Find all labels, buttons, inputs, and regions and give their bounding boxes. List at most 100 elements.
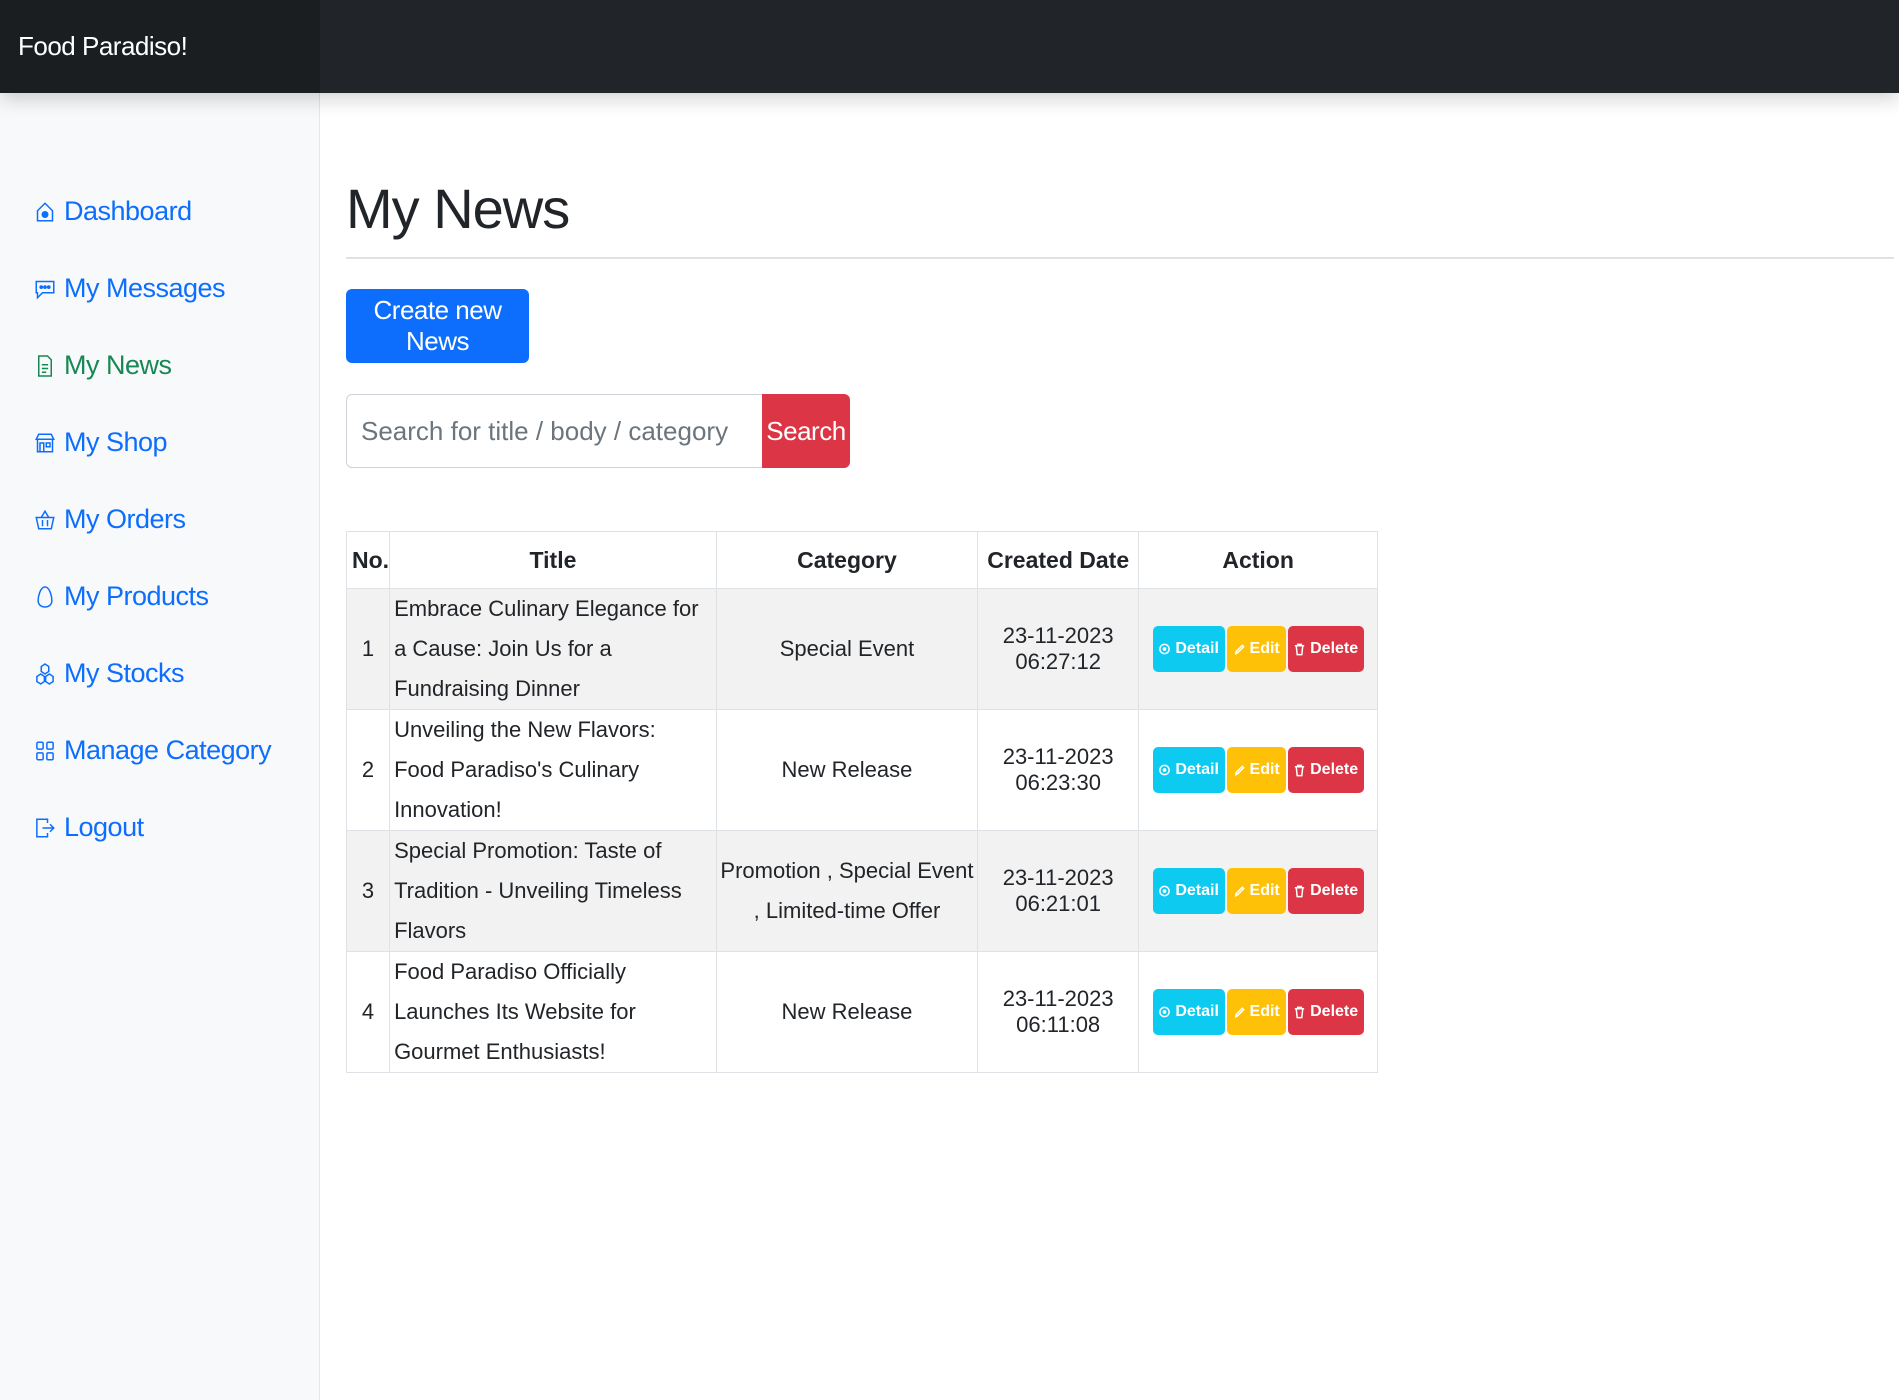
title-divider — [346, 257, 1894, 259]
table-row: 4 Food Paradiso Officially Launches Its … — [345, 951, 1378, 1073]
search-input[interactable] — [346, 394, 762, 468]
create-news-button[interactable]: Create new News — [346, 289, 529, 363]
sidebar-item-label: My Messages — [64, 273, 226, 303]
sidebar-item-logout[interactable]: Logout — [0, 789, 319, 866]
sidebar-item-shop[interactable]: My Shop — [0, 404, 319, 481]
sidebar-item-label: My Stocks — [64, 658, 185, 688]
header-category: Category — [715, 531, 979, 589]
cell-title: Embrace Culinary Elegance for a Cause: J… — [389, 588, 717, 710]
detail-button[interactable]: Detail — [1152, 747, 1225, 793]
edit-button[interactable]: Edit — [1226, 747, 1286, 793]
sidebar-nav: Dashboard My Messages My News My Shop My… — [0, 93, 319, 866]
delete-button[interactable]: Delete — [1287, 989, 1364, 1035]
cell-actions: Detail Edit Delete — [1138, 951, 1378, 1073]
trash-icon — [1294, 643, 1305, 656]
detail-button[interactable]: Detail — [1152, 989, 1225, 1035]
cell-no: 3 — [345, 830, 391, 952]
edit-button[interactable]: Edit — [1226, 626, 1286, 672]
header-action: Action — [1138, 531, 1378, 589]
sidebar-item-news[interactable]: My News — [0, 327, 319, 404]
house-gear-icon — [34, 199, 56, 225]
delete-label: Delete — [1310, 1003, 1359, 1020]
info-circle-icon — [1159, 1006, 1171, 1018]
table-row: 1 Embrace Culinary Elegance for a Cause:… — [345, 588, 1378, 710]
table-header-row: No. Title Category Created Date Action — [345, 531, 1378, 589]
detail-label: Detail — [1175, 1003, 1219, 1020]
pencil-icon — [1234, 886, 1245, 897]
edit-label: Edit — [1249, 761, 1280, 778]
sidebar-item-products[interactable]: My Products — [0, 558, 319, 635]
pencil-icon — [1234, 644, 1245, 655]
sidebar-item-orders[interactable]: My Orders — [0, 481, 319, 558]
detail-button[interactable]: Detail — [1152, 626, 1225, 672]
pencil-icon — [1234, 765, 1245, 776]
cell-category: New Release — [715, 951, 979, 1073]
detail-label: Detail — [1175, 882, 1219, 899]
boxes-icon — [34, 661, 56, 687]
table-row: 2 Unveiling the New Flavors: Food Paradi… — [345, 709, 1378, 831]
header-title: Title — [389, 531, 717, 589]
sidebar-item-stocks[interactable]: My Stocks — [0, 635, 319, 712]
main-content: My News Create new News Search No. Title… — [345, 93, 1894, 1073]
info-circle-icon — [1159, 764, 1171, 776]
cell-created-date: 23-11-2023 06:23:30 — [977, 709, 1140, 831]
sidebar-item-messages[interactable]: My Messages — [0, 250, 319, 327]
delete-button[interactable]: Delete — [1287, 626, 1364, 672]
cell-title: Food Paradiso Officially Launches Its We… — [389, 951, 717, 1073]
cell-created-date: 23-11-2023 06:21:01 — [977, 830, 1140, 952]
search-button[interactable]: Search — [762, 394, 850, 468]
trash-icon — [1294, 764, 1305, 777]
detail-label: Detail — [1175, 640, 1219, 657]
info-circle-icon — [1159, 885, 1171, 897]
top-navbar: Food Paradiso! — [0, 0, 1899, 93]
box-arrow-right-icon — [34, 815, 56, 841]
cell-category: Special Event — [715, 588, 979, 710]
cell-no: 2 — [345, 709, 391, 831]
table-row: 3 Special Promotion: Taste of Tradition … — [345, 830, 1378, 952]
sidebar-item-label: My Orders — [64, 504, 186, 534]
sidebar-item-label: Manage Category — [64, 735, 272, 765]
sidebar-item-label: My News — [64, 350, 172, 380]
header-created-date: Created Date — [977, 531, 1140, 589]
sidebar-item-label: My Shop — [64, 427, 168, 457]
detail-button[interactable]: Detail — [1152, 868, 1225, 914]
delete-button[interactable]: Delete — [1287, 747, 1364, 793]
delete-label: Delete — [1310, 761, 1359, 778]
cell-title: Unveiling the New Flavors: Food Paradiso… — [389, 709, 717, 831]
pencil-icon — [1234, 1007, 1245, 1018]
edit-button[interactable]: Edit — [1226, 989, 1286, 1035]
sidebar: Dashboard My Messages My News My Shop My… — [0, 93, 320, 1400]
edit-button[interactable]: Edit — [1226, 868, 1286, 914]
basket-icon — [34, 507, 56, 533]
delete-label: Delete — [1310, 640, 1359, 657]
search-form: Search — [346, 394, 1894, 468]
sidebar-item-label: My Products — [64, 581, 209, 611]
header-no: No. — [345, 531, 391, 589]
cell-actions: Detail Edit Delete — [1138, 830, 1378, 952]
cell-no: 4 — [345, 951, 391, 1073]
brand-logo[interactable]: Food Paradiso! — [0, 0, 320, 93]
sidebar-item-dashboard[interactable]: Dashboard — [0, 173, 319, 250]
info-circle-icon — [1159, 643, 1171, 655]
sidebar-item-label: Dashboard — [64, 196, 192, 226]
file-text-icon — [34, 353, 56, 379]
cell-no: 1 — [345, 588, 391, 710]
sidebar-item-manage-category[interactable]: Manage Category — [0, 712, 319, 789]
cell-title: Special Promotion: Taste of Tradition - … — [389, 830, 717, 952]
edit-label: Edit — [1249, 1003, 1280, 1020]
cell-actions: Detail Edit Delete — [1138, 709, 1378, 831]
cell-category: New Release — [715, 709, 979, 831]
delete-button[interactable]: Delete — [1287, 868, 1364, 914]
cell-actions: Detail Edit Delete — [1138, 588, 1378, 710]
page-title: My News — [346, 177, 570, 240]
egg-icon — [34, 584, 56, 610]
detail-label: Detail — [1175, 761, 1219, 778]
edit-label: Edit — [1249, 882, 1280, 899]
chat-dots-icon — [34, 276, 56, 302]
cell-created-date: 23-11-2023 06:11:08 — [977, 951, 1140, 1073]
grid-icon — [34, 738, 56, 764]
trash-icon — [1294, 1006, 1305, 1019]
cell-category: Promotion , Special Event , Limited-time… — [715, 830, 979, 952]
edit-label: Edit — [1249, 640, 1280, 657]
sidebar-item-label: Logout — [64, 812, 144, 842]
